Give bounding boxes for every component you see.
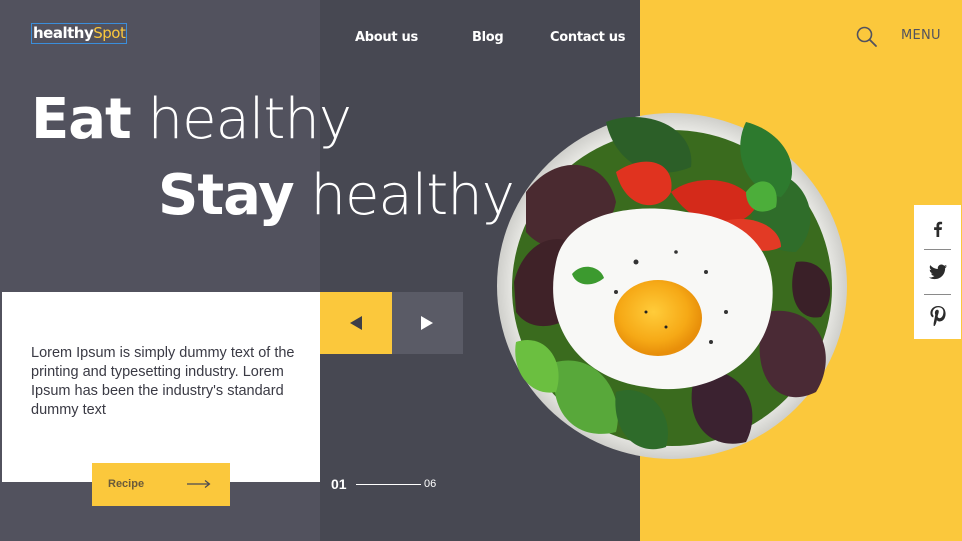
triangle-left-icon (350, 316, 362, 330)
slide-total-number: 06 (424, 478, 437, 490)
search-icon (856, 26, 877, 47)
logo-part-spot: Spot (93, 24, 126, 42)
nav-blog[interactable]: Blog (472, 30, 504, 45)
social-pinterest-link[interactable] (914, 294, 961, 338)
social-bar (914, 205, 961, 339)
social-twitter-link[interactable] (914, 250, 961, 294)
slider-next-button[interactable] (392, 292, 463, 354)
twitter-icon (928, 264, 947, 280)
social-facebook-link[interactable] (914, 207, 961, 251)
recipe-button-label: Recipe (108, 478, 145, 490)
search-button[interactable] (855, 25, 879, 49)
nav-contact-us[interactable]: Contact us (550, 30, 625, 45)
triangle-right-icon (421, 316, 433, 330)
slide-current-number: 01 (331, 476, 347, 492)
pinterest-icon (929, 306, 946, 326)
headline-eat: Eat (31, 87, 132, 152)
intro-text: Lorem Ipsum is simply dummy text of the … (31, 345, 295, 418)
headline-healthy-2: healthy (310, 163, 514, 228)
logo[interactable]: healthySpot (31, 23, 128, 44)
headline-stay: Stay (158, 163, 295, 228)
menu-button[interactable]: MENU (901, 28, 941, 43)
nav-about-us[interactable]: About us (355, 30, 418, 45)
facebook-icon (933, 221, 942, 237)
slide-progress-line (356, 484, 421, 485)
headline-line-1: Eat healthy (31, 87, 352, 152)
headline-healthy-1: healthy (147, 87, 352, 152)
recipe-button[interactable]: Recipe (92, 463, 230, 506)
logo-part-healthy: healthy (33, 24, 94, 42)
arrow-right-icon (187, 480, 211, 488)
slider-prev-button[interactable] (320, 292, 392, 354)
salad-bowl-image (497, 113, 847, 459)
headline-line-2: Stay healthy (158, 163, 515, 228)
